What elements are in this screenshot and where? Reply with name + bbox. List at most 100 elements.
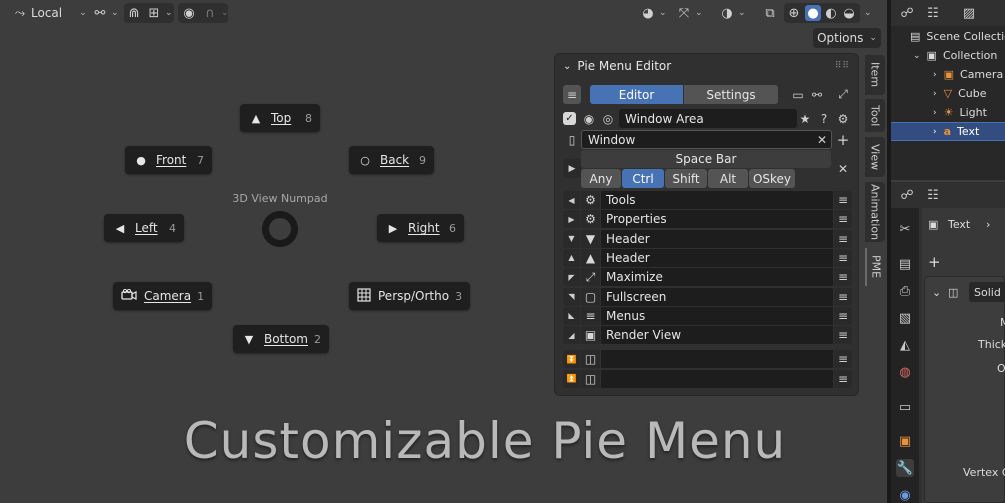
gizmo-dropdown[interactable]: ⤧ ⌄ [676, 3, 703, 23]
direction-icon[interactable]: ▶ [563, 210, 580, 229]
triangle-up-icon[interactable]: ▲ [581, 248, 600, 267]
pme-item-row[interactable]: ◀ ⚙ Tools ≡ [563, 191, 852, 209]
shading-dropdown[interactable]: ⌄ [864, 3, 872, 23]
overlays-dropdown[interactable]: ◑ ⌄ [719, 3, 745, 23]
item-name-field[interactable]: Fullscreen [601, 287, 833, 306]
image-icon[interactable]: ▣ [581, 326, 600, 345]
window-toggle[interactable]: ▭ [789, 85, 807, 104]
triangle-down-icon[interactable]: ▼ [581, 229, 600, 248]
output-tab-icon[interactable]: ⎙ [896, 282, 914, 300]
item-menu-button[interactable]: ≡ [834, 287, 852, 306]
tool-tab-icon[interactable]: ✂ [896, 220, 914, 238]
object-tab-icon[interactable]: ▣ [896, 432, 914, 450]
blank-icon[interactable]: ◫ [581, 369, 600, 388]
item-name-field[interactable] [601, 350, 833, 369]
area-field[interactable]: Window [581, 130, 832, 149]
gears-icon[interactable]: ⚙ [581, 210, 600, 229]
tab-item[interactable]: Item [865, 55, 885, 95]
maximize-toggle[interactable]: ⤢ [834, 85, 852, 104]
item-menu-button[interactable]: ≡ [834, 229, 852, 248]
gear-icon[interactable]: ⚙ [581, 191, 600, 209]
modifier-oskey[interactable]: OSkey [749, 169, 795, 188]
item-menu-button[interactable]: ≡ [834, 210, 852, 229]
panel-header[interactable]: ⌄ Pie Menu Editor [563, 59, 671, 73]
pme-item-row[interactable]: ▶ ⚙ Properties ≡ [563, 210, 852, 229]
pme-item-row[interactable]: ▼ ▼ Header ≡ [563, 229, 852, 248]
outliner-row-scene-collection[interactable]: ▤ Scene Collection [891, 27, 1005, 46]
hotkey-key-field[interactable]: Space Bar [581, 150, 831, 168]
render-tab-icon[interactable]: ▤ [896, 255, 914, 273]
visibility-toggle[interactable]: ◉ [580, 109, 598, 128]
pie-item-left[interactable]: ◀ Left 4 [104, 214, 184, 242]
item-menu-button[interactable]: ≡ [834, 248, 852, 267]
item-name-field[interactable] [601, 369, 833, 388]
snap-dropdown[interactable]: ⚯ ⌄ [92, 3, 119, 23]
item-menu-button[interactable]: ≡ [834, 306, 852, 325]
hamburger-menu-button[interactable]: ≡ [563, 85, 581, 104]
pie-item-front[interactable]: ● Front 7 [125, 146, 212, 174]
favorite-toggle[interactable]: ★ [796, 109, 814, 128]
shading-wireframe[interactable]: ⊕ [786, 3, 802, 23]
add-modifier-button[interactable]: + [928, 253, 941, 271]
modifier-ctrl[interactable]: Ctrl [622, 169, 664, 188]
settings-button[interactable]: ⚙ [834, 109, 852, 128]
properties-editor-icon[interactable]: ☍ [899, 187, 915, 203]
add-area-button[interactable]: + [834, 130, 852, 149]
collection-tab-icon[interactable]: ▭ [896, 398, 914, 416]
item-name-field[interactable]: Header [601, 229, 833, 248]
filter-icon[interactable]: ▨ [961, 5, 977, 21]
tab-view[interactable]: View [865, 137, 885, 177]
display-mode-icon[interactable]: ☷ [925, 5, 941, 21]
outliner-row-camera[interactable]: › ▣ Camera [891, 65, 1005, 84]
pie-type-toggle[interactable]: ◎ [599, 109, 617, 128]
pie-item-right[interactable]: ▶ Right 6 [377, 214, 464, 242]
hotkey-expand-button[interactable]: ▶ [563, 159, 581, 178]
blank-icon[interactable]: ◫ [581, 350, 600, 369]
tab-animation[interactable]: Animation [865, 182, 885, 242]
item-name-field[interactable]: Properties [601, 210, 833, 229]
options-button[interactable]: Options ⌄ [813, 28, 881, 48]
outliner-row-cube[interactable]: › ▽ Cube [891, 84, 1005, 103]
properties-display-icon[interactable]: ☷ [925, 187, 941, 203]
modifier-alt[interactable]: Alt [708, 169, 748, 188]
pme-item-row[interactable]: ⏬ ◫ ≡ [563, 350, 852, 369]
direction-icon[interactable]: ▲ [563, 248, 580, 267]
item-menu-button[interactable]: ≡ [834, 268, 852, 287]
falloff-dropdown[interactable]: ∩ ⌄ [202, 3, 228, 23]
outliner-row-text[interactable]: › a Text [891, 122, 1005, 141]
direction-icon[interactable]: ◀ [563, 191, 580, 209]
menu-icon[interactable]: ≡ [581, 306, 600, 325]
menu-name-field[interactable]: Window Area [619, 109, 797, 128]
item-menu-button[interactable]: ≡ [834, 369, 852, 388]
magnet-toggle[interactable]: ⋒ [126, 3, 142, 23]
modifier-any[interactable]: Any [581, 169, 621, 188]
visibility-dropdown[interactable]: ◕ ⌄ [640, 3, 666, 23]
pie-item-back[interactable]: ○ Back 9 [349, 146, 434, 174]
direction-icon[interactable]: ◣ [563, 306, 580, 325]
outliner-row-collection[interactable]: ⌄ ▣ Collection [891, 46, 1005, 65]
view-layer-tab-icon[interactable]: ▧ [896, 309, 914, 327]
direction-icon[interactable]: ◥ [563, 287, 580, 306]
pie-item-camera[interactable]: Camera 1 [113, 282, 212, 310]
pme-item-row[interactable]: ◣ ≡ Menus ≡ [563, 306, 852, 325]
direction-icon[interactable]: ◤ [563, 268, 580, 287]
outliner-editor-icon[interactable]: ☍ [899, 5, 915, 21]
pie-item-top[interactable]: ▲ Top 8 [240, 104, 320, 132]
shading-material[interactable]: ◐ [823, 3, 839, 23]
outliner-row-light[interactable]: › ☀ Light [891, 103, 1005, 122]
maximize-icon[interactable]: ⤢ [581, 268, 600, 287]
tab-settings[interactable]: Settings [684, 85, 778, 104]
item-menu-button[interactable]: ≡ [834, 350, 852, 369]
mouse-button[interactable]: ▯ [563, 130, 581, 149]
world-tab-icon[interactable]: ◍ [896, 363, 914, 381]
clear-area-button[interactable]: ✕ [813, 130, 831, 149]
pme-item-row[interactable]: ◤ ⤢ Maximize ≡ [563, 268, 852, 287]
direction-icon[interactable]: ⏫ [563, 369, 580, 388]
pivot-dropdown[interactable]: ⤳ Local ⌄ [12, 3, 87, 23]
link-toggle[interactable]: ⚯ [808, 85, 826, 104]
xray-toggle[interactable]: ⧉ [762, 3, 778, 23]
pie-item-bottom[interactable]: ▼ Bottom 2 [233, 325, 329, 353]
shading-solid[interactable]: ● [805, 3, 821, 23]
modifier-shift[interactable]: Shift [665, 169, 707, 188]
tab-pme[interactable]: PME [865, 248, 885, 286]
